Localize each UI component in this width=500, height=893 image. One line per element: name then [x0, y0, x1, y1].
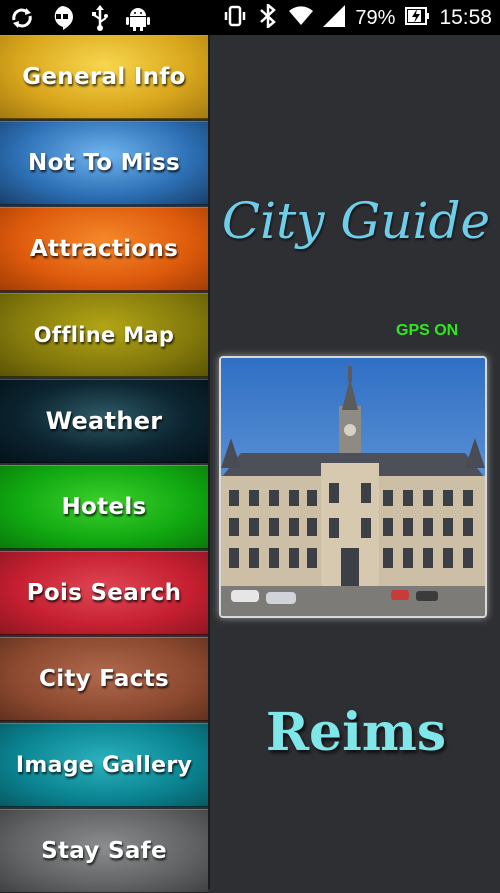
hangouts-icon	[50, 5, 74, 31]
clock: 15:58	[439, 6, 492, 29]
menu-item-offline-map[interactable]: Offline Map	[0, 293, 208, 377]
app-title: City Guide	[221, 192, 491, 250]
gps-status: GPS ON	[396, 322, 459, 339]
sync-icon	[10, 6, 34, 30]
usb-icon	[90, 5, 110, 31]
wifi-icon	[289, 5, 314, 31]
signal-icon	[323, 5, 346, 31]
city-photo[interactable]	[219, 356, 487, 618]
battery-percent: 79%	[355, 6, 396, 29]
battery-charging-icon	[405, 6, 430, 30]
menu-item-general-info[interactable]: General Info	[0, 35, 208, 119]
menu-item-city-facts[interactable]: City Facts	[0, 637, 208, 721]
city-hall-illustration	[221, 358, 485, 616]
notification-icons	[10, 5, 150, 31]
status-bar: 79% 15:58	[0, 0, 500, 35]
menu-item-not-to-miss[interactable]: Not To Miss	[0, 121, 208, 205]
menu-item-stay-safe[interactable]: Stay Safe	[0, 809, 208, 893]
main-menu: General Info Not To Miss Attractions Off…	[0, 35, 208, 893]
bluetooth-icon	[257, 2, 279, 32]
vibrate-icon	[223, 4, 247, 32]
menu-item-image-gallery[interactable]: Image Gallery	[0, 723, 208, 807]
city-name: Reims	[265, 702, 447, 763]
android-debug-icon	[126, 5, 150, 31]
menu-item-pois-search[interactable]: Pois Search	[0, 551, 208, 635]
system-icons: 79% 15:58	[223, 2, 492, 33]
menu-divider	[208, 35, 210, 889]
menu-item-attractions[interactable]: Attractions	[0, 207, 208, 291]
menu-item-weather[interactable]: Weather	[0, 379, 208, 463]
menu-item-hotels[interactable]: Hotels	[0, 465, 208, 549]
